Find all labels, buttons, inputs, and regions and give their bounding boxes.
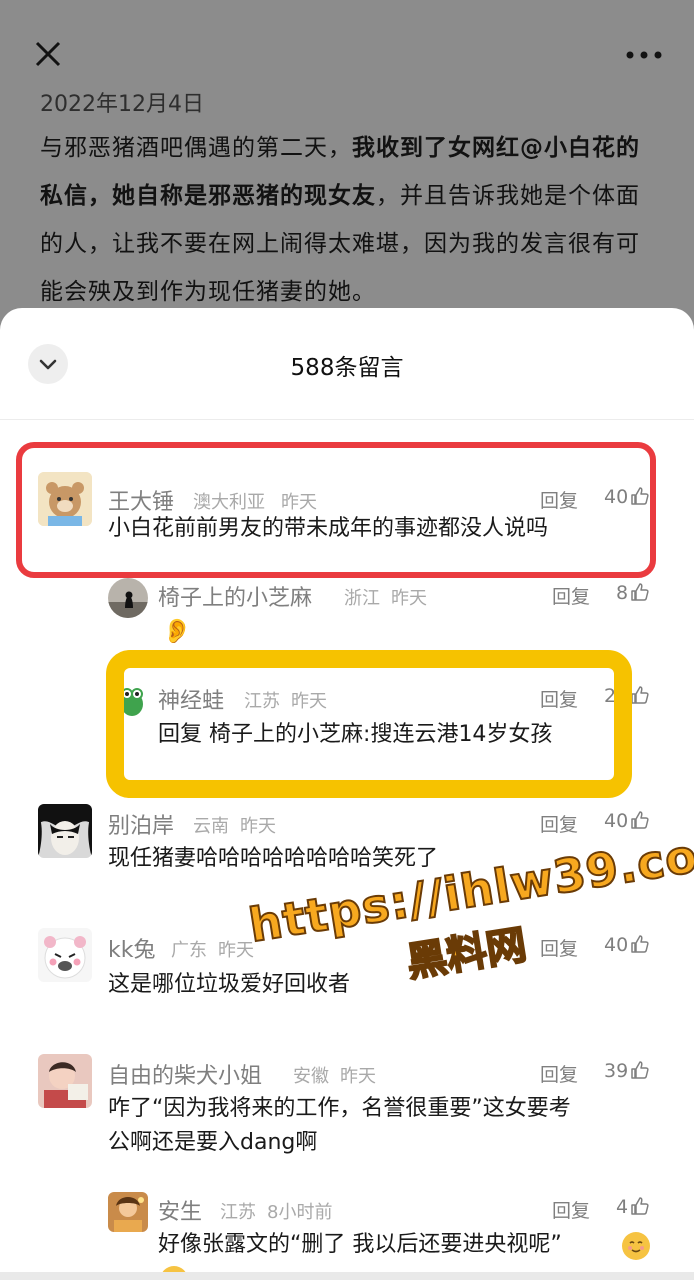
like-button[interactable]: 40 [604,810,650,832]
reply-button[interactable]: 回复 [552,1196,590,1223]
yellow-highlight-box [106,650,632,798]
comments-header: 588条留言 [0,308,694,420]
avatar[interactable] [108,1192,148,1232]
comment-text: 👂 [162,617,192,645]
avatar[interactable] [38,804,92,858]
like-button[interactable]: 4 [616,1196,650,1218]
like-count: 40 [604,810,629,832]
thumbs-up-icon [631,583,649,601]
article: 2022年12月4日 与邪恶猪酒吧偶遇的第二天，我收到了女网红@小白花的私信，她… [0,0,694,340]
like-button[interactable]: 39 [604,1060,650,1082]
reply-button[interactable]: 回复 [540,810,578,837]
comment-location: 安徽 [293,1066,329,1087]
comment-text: 咋了“因为我将来的工作，名誉很重要”这女要考 [108,1096,571,1121]
comment-location: 江苏 [220,1202,256,1223]
comment-location: 云南 [193,816,229,837]
comment-time: 昨天 [340,1066,376,1087]
thumbs-up-icon [631,686,649,704]
comment-text: 好像张露文的“删了 我以后还要进央视呢” [158,1232,562,1257]
bottom-bar [0,1272,694,1280]
comment-time: 昨天 [391,588,427,609]
comments-sheet: 588条留言 王大锤 澳大利亚 昨天 回复 40 小白花前前男友的带未成年的事迹… [0,308,694,1280]
comments-count-title: 588条留言 [290,355,404,381]
comment-text-cont: 公啊还是要入dang啊 [108,1130,318,1155]
thumbs-up-icon [631,1061,649,1079]
comment-location: 浙江 [344,588,380,609]
like-count: 8 [616,582,629,604]
comment-time: 昨天 [240,816,276,837]
comment-location: 广东 [171,940,207,961]
thumbs-up-icon [631,1197,649,1215]
like-count: 4 [616,1196,629,1218]
avatar[interactable] [108,578,148,618]
commenter-name[interactable]: 安生 [158,1194,202,1226]
comment-time: 8小时前 [267,1202,333,1223]
avatar[interactable] [38,928,92,982]
commenter-name[interactable]: 椅子上的小芝麻 [158,580,312,612]
like-button[interactable]: 8 [616,582,650,604]
red-highlight-box [16,442,656,578]
thumbs-up-icon [631,811,649,829]
commenter-name[interactable]: 自由的柴犬小姐 [108,1058,262,1090]
dim-overlay[interactable] [0,0,694,340]
like-count: 39 [604,1060,629,1082]
comment-time: 昨天 [218,940,254,961]
reply-button[interactable]: 回复 [552,582,590,609]
avatar[interactable] [38,1054,92,1108]
comment-text: 现任猪妻哈哈哈哈哈哈哈哈笑死了 [108,846,439,871]
reply-button[interactable]: 回复 [540,1060,578,1087]
commenter-name[interactable]: 别泊岸 [108,808,174,840]
commenter-name[interactable]: kk兔 [108,932,155,964]
smile-emoji-icon [622,1232,650,1260]
